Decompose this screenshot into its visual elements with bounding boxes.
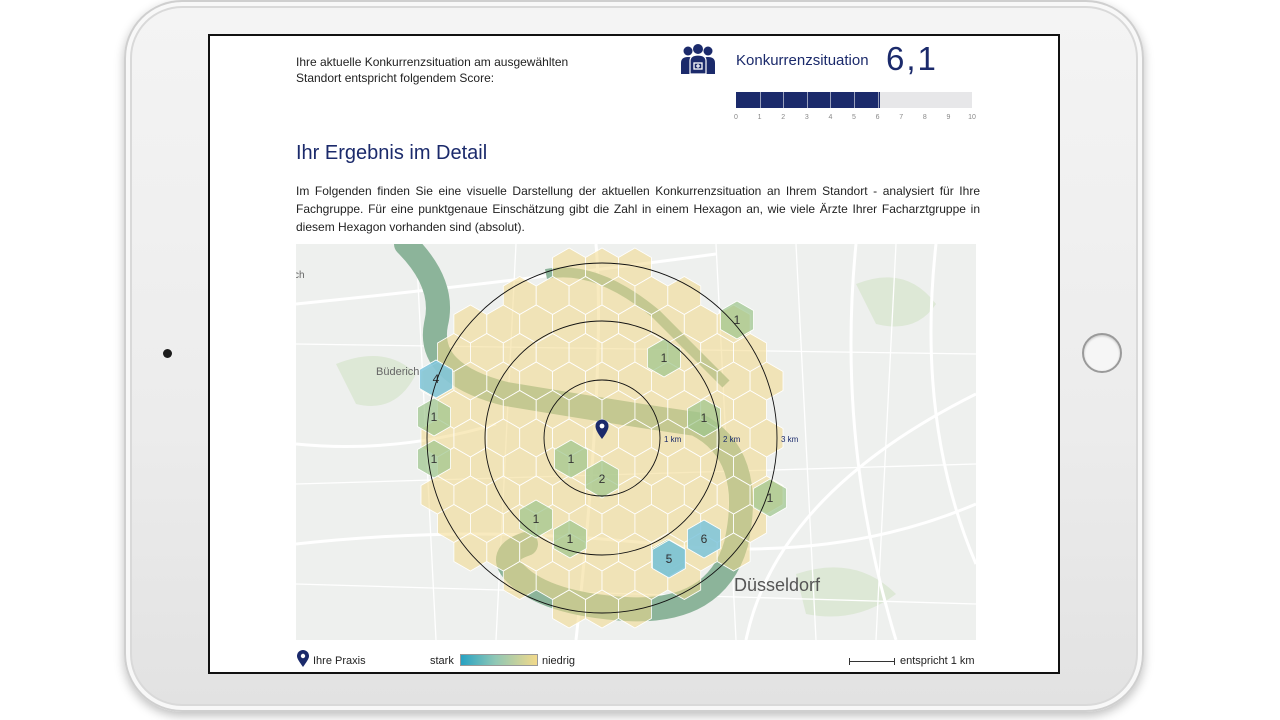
score-bar-segment: [806, 92, 808, 108]
intro-text: Ihre aktuelle Konkurrenzsituation am aus…: [296, 55, 569, 85]
legend-stark-label: stark: [430, 655, 454, 667]
hex-count-label: 1: [568, 452, 575, 466]
score-tick: 2: [781, 114, 786, 121]
hex-count-label: 6: [701, 532, 708, 546]
score-tick: 0: [734, 114, 738, 121]
detail-title: Ihr Ergebnis im Detail: [296, 142, 488, 164]
ring-label-1km: 1 km: [664, 435, 682, 444]
legend-praxis-label: Ihre Praxis: [313, 655, 366, 667]
score-tick: 6: [875, 114, 880, 121]
hex-count-label: 5: [666, 552, 673, 566]
score-tick: 9: [946, 114, 951, 121]
park-area: [856, 277, 936, 327]
place-label-ch: ch: [296, 270, 305, 281]
map-canvas: 11411111211165 1 km 2 km 3 km ch Büderic…: [296, 244, 976, 640]
hex-count-label: 1: [431, 410, 438, 424]
score-label: Konkurrenzsituation: [736, 52, 869, 69]
score-bar: [736, 92, 972, 108]
place-label-buederich: Büderich: [376, 366, 419, 378]
hex-count-label: 2: [599, 472, 606, 486]
score-bar-segment: [783, 92, 785, 108]
score-bar-segment: [854, 92, 855, 108]
hex-count-label: 1: [533, 512, 540, 526]
competition-map[interactable]: 11411111211165 1 km 2 km 3 km ch Büderic…: [296, 244, 976, 640]
ring-label-3km: 3 km: [781, 435, 799, 444]
score-tick: 7: [899, 114, 904, 121]
hex-count-label: 1: [567, 532, 574, 546]
score-tick: 3: [804, 114, 809, 121]
scale-bar: [849, 658, 895, 665]
score-tick: 1: [757, 114, 762, 121]
location-pin-icon: [297, 650, 309, 667]
legend-niedrig-label: niedrig: [542, 655, 576, 667]
home-button[interactable]: [1082, 333, 1122, 373]
score-tick: 4: [828, 114, 833, 121]
place-label-duesseldorf: Düsseldorf: [734, 575, 821, 595]
legend-color-gradient: [460, 654, 538, 666]
score-bar-segment: [877, 92, 879, 108]
score-tick: 8: [922, 114, 927, 121]
score-tick: 5: [852, 114, 856, 121]
camera-dot: [163, 349, 172, 358]
ring-label-2km: 2 km: [723, 435, 741, 444]
score-bar-segment: [759, 92, 761, 108]
detail-text: Im Folgenden finden Sie eine visuelle Da…: [296, 184, 980, 234]
hex-count-label: 1: [701, 411, 708, 425]
score-bar-fill: [736, 92, 880, 108]
doctors-group-icon: [681, 44, 715, 75]
hex-count-label: 1: [431, 452, 438, 466]
score-ticks: 0 1 2 3 4 5 6 7 8 9 10: [734, 114, 976, 124]
score-value: 6,1: [886, 40, 938, 77]
screen: Ihre aktuelle Konkurrenzsituation am aus…: [208, 34, 1060, 674]
score-tick: 10: [968, 114, 976, 121]
legend-scale-label: entspricht 1 km: [900, 655, 975, 667]
hex-count-label: 1: [734, 313, 741, 327]
hex-count-label: 1: [661, 351, 668, 365]
map-legend: Ihre Praxis stark niedrig entspricht 1 k…: [296, 650, 976, 670]
score-bar-segment: [830, 92, 832, 108]
park-area: [336, 356, 416, 406]
